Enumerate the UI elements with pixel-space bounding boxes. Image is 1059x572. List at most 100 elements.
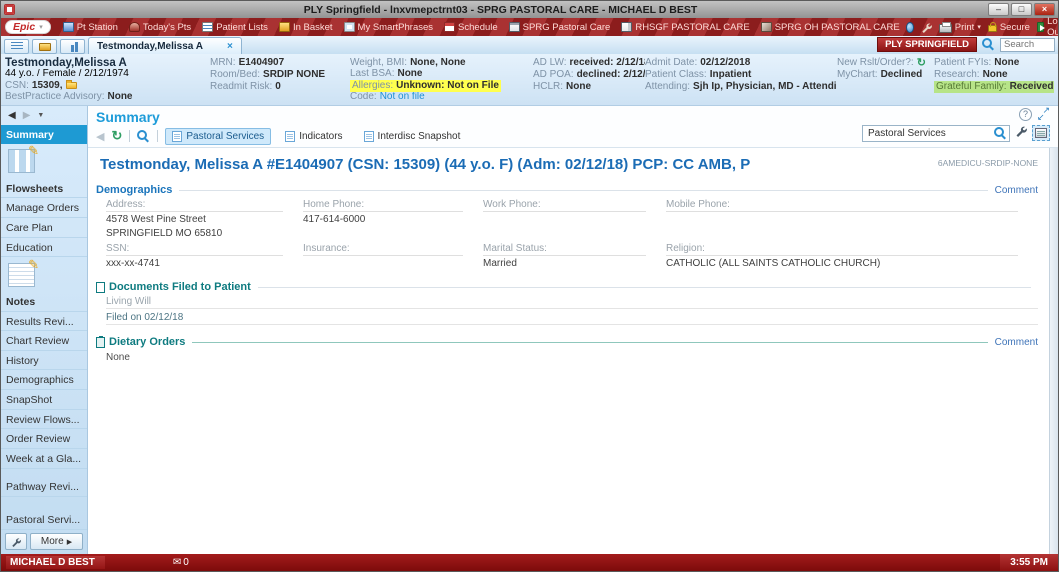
demographics-grid-row2: SSN: xxx-xx-4741 Insurance: Marital Stat… [106,240,1038,270]
report-scrollbar[interactable] [1049,148,1058,554]
view-button-pastoral-services[interactable]: Pastoral Services [165,127,272,145]
combo-search-icon[interactable] [994,126,1007,140]
section-rule [192,341,988,343]
mobile-phone-label: Mobile Phone: [666,196,1018,212]
sidebar-item-history[interactable]: History [1,351,87,371]
in-basket-tab-button[interactable] [32,39,57,54]
logout-icon [1036,22,1046,32]
work-phone-label: Work Phone: [483,196,646,212]
toolbar-label: RHSGF PASTORAL CARE [635,21,750,33]
encounter-folder-icon[interactable] [65,80,77,90]
sidebar-notes-tile[interactable]: ✎ [1,257,87,292]
document-item-detail: Filed on 02/12/18 [106,309,1038,325]
back-arrow-icon[interactable]: ◀ [8,110,16,121]
view-button-indicators[interactable]: Indicators [278,128,349,145]
globe-icon[interactable] [905,21,914,33]
report-back-icon[interactable]: ◀ [96,130,104,143]
report-icon [363,130,374,142]
more-label: More [40,536,64,547]
print-dropdown-icon: ▾ [977,24,981,31]
secure-label: Secure [999,21,1030,33]
sidebar-item-flowsheets[interactable]: Flowsheets [1,179,87,199]
view-button-interdisc-snapshot[interactable]: Interdisc Snapshot [357,128,468,145]
sidebar-item-demographics[interactable]: Demographics [1,370,87,391]
demographics-comment-link[interactable]: Comment [995,185,1038,196]
marital-status-value: Married [483,258,517,269]
sidebar-item-care-plan[interactable]: Care Plan [1,218,87,238]
sidebar-item-week-at-a-glance[interactable]: Week at a Gla... [1,449,87,469]
print-button[interactable]: Print ▾ [938,21,981,33]
code-status-link[interactable]: Not on file [380,92,425,104]
demographics-section: Demographics Comment Address: 4578 West … [96,184,1038,270]
tab-close-icon[interactable]: × [227,41,233,52]
search-input[interactable] [1000,37,1055,52]
sidebar-item-pastoral-services[interactable]: Pastoral Servi... [1,510,87,530]
dietary-content: None [106,352,130,363]
toolbar-sprg-oh-pastoral-care[interactable]: SPRG OH PASTORAL CARE [756,22,905,33]
reports-tab-button[interactable] [60,39,85,54]
report-search-icon[interactable] [137,129,150,143]
forward-arrow-icon[interactable]: ▶ [23,110,31,121]
search-icon[interactable] [982,38,995,51]
documents-section: Documents Filed to Patient Living Will F… [96,281,1038,325]
logout-button[interactable]: Log Out [1036,16,1058,38]
sidebar-item-summary[interactable]: Summary [1,125,87,144]
refresh-icon[interactable]: ↻ [111,128,122,144]
tools-wrench-icon[interactable] [921,22,932,33]
toolbar-schedule[interactable]: Schedule [439,22,503,33]
sidebar-flowsheets-tile[interactable]: ✎ [1,143,87,179]
patient-directives-column: AD LW: received: 2/12/18 AD POA: declined:… [533,57,645,103]
home-phone-field: Home Phone: 417-614-6000 [303,196,483,240]
sidebar-wrench-button[interactable] [5,533,27,550]
sidebar-item-education[interactable]: Education [1,238,87,258]
rhsgf-icon [621,22,633,32]
divider [129,130,131,142]
report-wrench-icon[interactable] [1015,124,1027,142]
history-dropdown-icon[interactable]: ▼ [37,112,44,119]
expand-sw-arrow: ↙ [1037,112,1045,122]
sidebar-item-review-flowsheets[interactable]: Review Flows... [1,410,87,430]
close-button[interactable]: × [1034,3,1055,16]
demographics-heading: Demographics [96,184,173,196]
toolbar-my-smartphrases[interactable]: My SmartPhrases [339,22,439,33]
report-search-combo[interactable] [862,124,1010,142]
toolbar-patient-lists[interactable]: Patient Lists [197,22,273,33]
expand-icon[interactable]: ↗ ↙ [1037,105,1050,122]
chart-icon [67,41,79,52]
mychart-value: Declined [880,69,923,80]
toolbar-sprg-pastoral-care[interactable]: SPRG Pastoral Care [504,22,616,33]
sidebar-item-snapshot[interactable]: SnapShot [1,390,87,410]
patient-chart-tab[interactable]: Testmonday,Melissa A × [88,37,242,54]
secure-button[interactable]: Secure [987,21,1030,33]
minimize-button[interactable]: – [988,3,1009,16]
report-search-input[interactable] [866,126,994,140]
notes-icon: ✎ [8,257,39,287]
help-icon[interactable]: ? [1019,108,1032,121]
epic-menu-button[interactable]: Epic ▾ [5,20,51,34]
sidebar-more-button[interactable]: More ▶ [30,533,83,550]
patient-lists-tab-button[interactable] [4,39,29,54]
report-layout-button[interactable] [1032,125,1050,141]
sidebar-item-manage-orders[interactable]: Manage Orders [1,198,87,218]
sidebar-item-notes[interactable]: Notes [1,292,87,312]
dietary-comment-link[interactable]: Comment [995,337,1038,348]
adpoa-label: AD POA: [533,69,574,80]
patient-mrn-column: MRN: E1404907 Room/Bed: SRDIP NONE Readmit… [210,57,350,103]
toolbar-rhsgf-pastoral-care[interactable]: RHSGF PASTORAL CARE [616,22,754,33]
sidebar-item-results-review[interactable]: Results Revi... [1,312,87,332]
sidebar-item-order-review[interactable]: Order Review [1,429,87,449]
toolbar-in-basket[interactable]: In Basket [274,22,338,33]
toolbar-pt-station[interactable]: Pt Station [58,22,123,33]
new-result-refresh-icon[interactable]: ↻ [917,57,926,69]
restore-button[interactable]: □ [1011,3,1032,16]
toolbar-todays-pts[interactable]: Today's Pts [124,22,196,33]
pencil-icon: ✎ [28,256,39,272]
allergies-highlight[interactable]: Allergies: Unknown: Not on File [350,80,501,92]
sidebar-item-chart-review[interactable]: Chart Review [1,331,87,351]
more-arrow-icon: ▶ [66,538,73,546]
document-item-name: Living Will [106,293,1038,309]
sidebar-item-pathway-review[interactable]: Pathway Revi... [1,477,87,497]
in-basket-status[interactable]: ✉ 0 [173,557,189,568]
dietary-heading-row: Dietary Orders Comment [96,335,1038,348]
